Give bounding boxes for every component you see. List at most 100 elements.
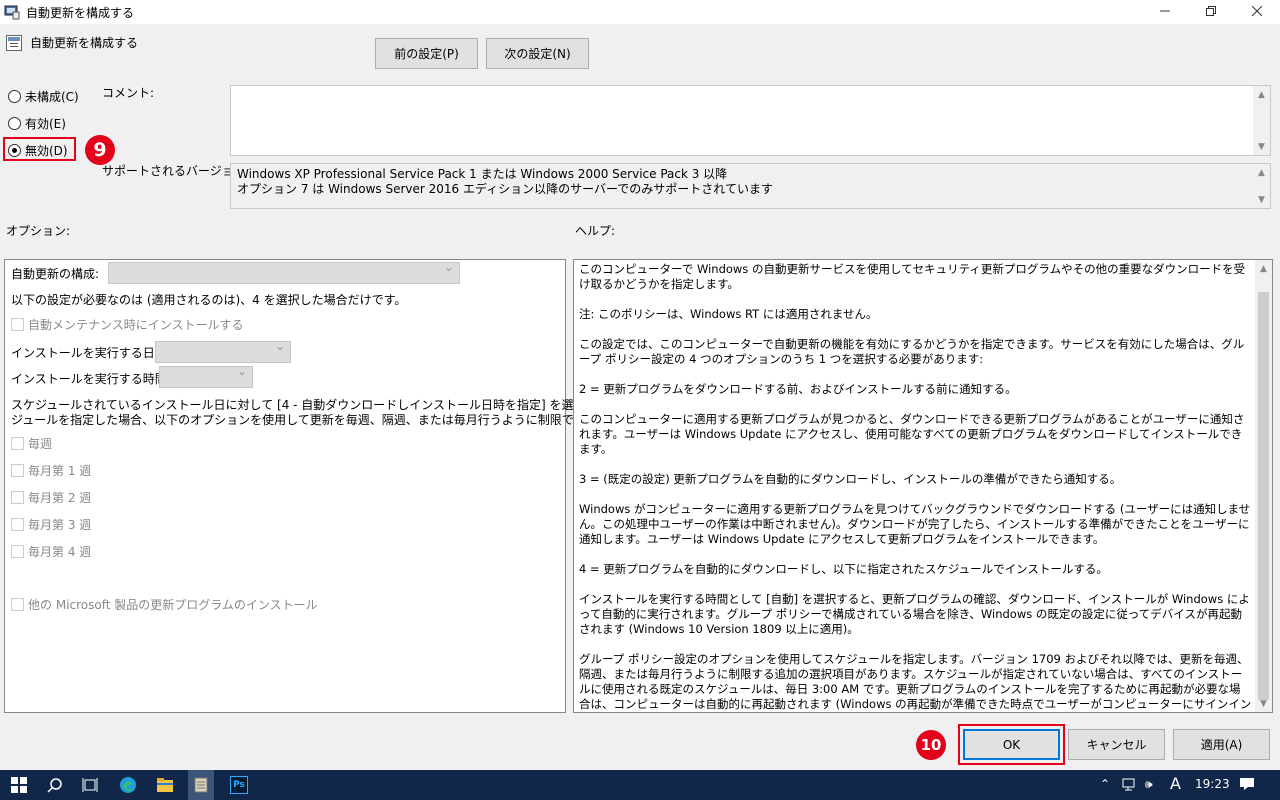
scroll-thumb[interactable] bbox=[1258, 292, 1269, 700]
comment-textarea[interactable]: ▲ ▼ bbox=[230, 85, 1271, 156]
help-paragraph: 4 = 更新プログラムを自動的にダウンロードし、以下に指定されたスケジュールでイ… bbox=[579, 562, 1108, 576]
ok-button[interactable]: OK bbox=[963, 729, 1060, 760]
notifications-icon[interactable] bbox=[1239, 777, 1255, 794]
policy-header: 自動更新を構成する bbox=[6, 34, 138, 51]
help-label: ヘルプ: bbox=[575, 224, 616, 238]
help-paragraph: Windows がコンピューターに適用する更新プログラムを見つけてバックグラウン… bbox=[579, 502, 1251, 546]
radio-label: 有効(E) bbox=[25, 117, 66, 131]
radio-enabled[interactable]: 有効(E) bbox=[8, 115, 66, 132]
comment-label: コメント: bbox=[102, 86, 155, 100]
help-paragraph: このコンピューターで Windows の自動更新サービスを使用してセキュリティ更… bbox=[579, 262, 1246, 291]
restore-icon bbox=[1206, 5, 1216, 20]
checkbox-label: 毎月第 4 週 bbox=[28, 545, 92, 559]
edge-icon[interactable] bbox=[118, 775, 138, 795]
radio-circle[interactable] bbox=[8, 117, 21, 130]
highlight-box-disabled bbox=[3, 137, 76, 161]
auto-maintenance-checkbox[interactable]: 自動メンテナンス時にインストールする bbox=[11, 316, 244, 333]
install-day-dropdown[interactable] bbox=[155, 339, 291, 363]
task-view-icon[interactable] bbox=[80, 775, 100, 795]
radio-not-configured[interactable]: 未構成(C) bbox=[8, 88, 79, 105]
scroll-up-icon[interactable]: ▲ bbox=[1255, 260, 1272, 277]
checkbox-box[interactable] bbox=[11, 491, 24, 504]
network-icon[interactable] bbox=[1122, 777, 1138, 794]
week1-checkbox[interactable]: 毎月第 1 週 bbox=[11, 462, 91, 479]
checkbox-label: 毎週 bbox=[28, 437, 53, 451]
minimize-icon bbox=[1160, 5, 1170, 20]
help-paragraph: 注: このポリシーは、Windows RT には適用されません。 bbox=[579, 307, 878, 321]
checkbox-box[interactable] bbox=[11, 318, 24, 331]
help-text: このコンピューターで Windows の自動更新サービスを使用してセキュリティ更… bbox=[579, 262, 1252, 712]
checkbox-label: 他の Microsoft 製品の更新プログラムのインストール bbox=[28, 598, 318, 612]
checkbox-label: 毎月第 2 週 bbox=[28, 491, 92, 505]
install-time-dropdown[interactable] bbox=[159, 364, 253, 388]
ime-indicator[interactable]: A bbox=[1170, 774, 1181, 793]
help-paragraph: 3 = (既定の設定) 更新プログラムを自動的にダウンロードし、インストールの準… bbox=[579, 472, 1122, 486]
photoshop-icon[interactable]: Ps bbox=[230, 776, 248, 794]
help-paragraph: 2 = 更新プログラムをダウンロードする前、およびインストールする前に通知する。 bbox=[579, 382, 1017, 396]
help-paragraph: グループ ポリシー設定のオプションを使用してスケジュールを指定します。バージョン… bbox=[579, 652, 1252, 711]
checkbox-label: 自動メンテナンス時にインストールする bbox=[28, 318, 244, 332]
restore-button[interactable] bbox=[1188, 0, 1234, 24]
options-label: オプション: bbox=[6, 224, 71, 238]
help-paragraph: この設定では、このコンピューターで自動更新の機能を有効にするかどうかを指定できま… bbox=[579, 337, 1245, 366]
policy-setting-icon bbox=[6, 34, 22, 51]
checkbox-box[interactable] bbox=[11, 545, 24, 558]
next-setting-button[interactable]: 次の設定(N) bbox=[486, 38, 589, 69]
help-panel: このコンピューターで Windows の自動更新サービスを使用してセキュリティ更… bbox=[573, 259, 1273, 713]
supported-scrollbar[interactable]: ▲ ▼ bbox=[1253, 164, 1270, 208]
scroll-up-icon[interactable]: ▲ bbox=[1253, 164, 1270, 181]
help-scrollbar[interactable]: ▲ ▼ bbox=[1255, 260, 1272, 712]
clock[interactable]: 19:23 bbox=[1195, 777, 1230, 791]
options-panel: 自動更新の構成: 以下の設定が必要なのは (適用されるのは)、4 を選択した場合… bbox=[4, 259, 633, 713]
comment-scrollbar[interactable]: ▲ ▼ bbox=[1253, 86, 1270, 155]
cancel-button[interactable]: キャンセル bbox=[1068, 729, 1165, 760]
tray-chevron-icon[interactable]: ⌃ bbox=[1100, 777, 1110, 791]
search-icon[interactable] bbox=[45, 775, 65, 795]
configure-label: 自動更新の構成: bbox=[11, 267, 100, 281]
week4-checkbox[interactable]: 毎月第 4 週 bbox=[11, 543, 91, 560]
help-paragraph: インストールを実行する時間として [自動] を選択すると、更新プログラムの確認、… bbox=[579, 592, 1250, 636]
scroll-down-icon[interactable]: ▼ bbox=[1255, 695, 1272, 712]
install-time-label: インストールを実行する時間: bbox=[11, 372, 171, 386]
supported-line-2: オプション 7 は Windows Server 2016 エディション以降のサ… bbox=[237, 182, 773, 196]
minimize-button[interactable] bbox=[1142, 0, 1188, 24]
close-button[interactable] bbox=[1234, 0, 1280, 24]
notepad-icon[interactable] bbox=[188, 770, 214, 800]
week2-checkbox[interactable]: 毎月第 2 週 bbox=[11, 489, 91, 506]
previous-setting-button[interactable]: 前の設定(P) bbox=[375, 38, 478, 69]
checkbox-label: 毎月第 3 週 bbox=[28, 518, 92, 532]
install-day-label: インストールを実行する日: bbox=[11, 346, 159, 360]
help-paragraph: このコンピューターに適用する更新プログラムが見つかると、ダウンロードできる更新プ… bbox=[579, 412, 1245, 456]
configure-dropdown[interactable] bbox=[108, 260, 460, 284]
checkbox-box[interactable] bbox=[11, 464, 24, 477]
step-marker-10: 10 bbox=[916, 730, 946, 760]
checkbox-box[interactable] bbox=[11, 518, 24, 531]
volume-icon[interactable]: 🕪 bbox=[1145, 777, 1153, 792]
radio-label: 未構成(C) bbox=[25, 90, 79, 104]
close-icon bbox=[1251, 5, 1263, 20]
week3-checkbox[interactable]: 毎月第 3 週 bbox=[11, 516, 91, 533]
radio-circle[interactable] bbox=[8, 90, 21, 103]
weekly-checkbox[interactable]: 毎週 bbox=[11, 435, 52, 452]
windows-start-icon[interactable] bbox=[9, 775, 29, 795]
checkbox-box[interactable] bbox=[11, 598, 24, 611]
window-title: 自動更新を構成する bbox=[26, 5, 135, 20]
checkbox-box[interactable] bbox=[11, 437, 24, 450]
policy-name: 自動更新を構成する bbox=[30, 36, 139, 50]
apply-button[interactable]: 適用(A) bbox=[1173, 729, 1270, 760]
supported-versions-label: サポートされるバージョン: bbox=[102, 164, 250, 178]
checkbox-label: 毎月第 1 週 bbox=[28, 464, 92, 478]
taskbar: Ps ⌃ 🕪 A 19:23 bbox=[0, 770, 1280, 800]
supported-versions-box: Windows XP Professional Service Pack 1 ま… bbox=[230, 163, 1271, 209]
schedule-note-line-2: ジュールを指定した場合、以下のオプションを使用して更新を毎週、隔週、または毎月行… bbox=[11, 413, 621, 427]
file-explorer-icon[interactable] bbox=[155, 775, 175, 795]
group-policy-app-icon bbox=[4, 4, 20, 20]
other-ms-products-checkbox[interactable]: 他の Microsoft 製品の更新プログラムのインストール bbox=[11, 596, 318, 613]
scroll-down-icon[interactable]: ▼ bbox=[1253, 191, 1270, 208]
options-note: 以下の設定が必要なのは (適用されるのは)、4 を選択した場合だけです。 bbox=[11, 293, 407, 307]
title-bar: 自動更新を構成する bbox=[0, 0, 1280, 24]
supported-line-1: Windows XP Professional Service Pack 1 ま… bbox=[237, 167, 728, 181]
scroll-down-icon[interactable]: ▼ bbox=[1253, 138, 1270, 155]
step-marker-9: 9 bbox=[85, 135, 115, 165]
scroll-up-icon[interactable]: ▲ bbox=[1253, 86, 1270, 103]
